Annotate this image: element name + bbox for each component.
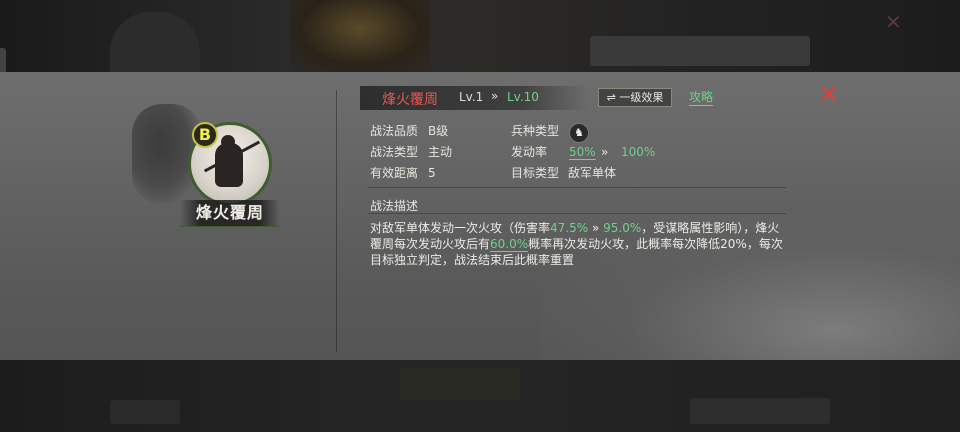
damage-rate-max: 95.0%	[603, 221, 642, 235]
trigger-rate-current: 50%	[569, 145, 596, 160]
damage-rate-current: 47.5%	[550, 221, 589, 235]
level-max: Lv.10	[507, 90, 539, 104]
panel-divider	[336, 90, 337, 352]
type-value: 主动	[428, 145, 453, 159]
quality-value: B级	[428, 124, 449, 138]
range-label: 有效距离	[370, 166, 419, 180]
background-label	[110, 400, 180, 424]
effect-toggle-button[interactable]: ⇌ 一级效果	[598, 88, 672, 107]
target-type-value: 敌军单体	[568, 166, 617, 180]
trigger-rate-label: 发动率	[511, 145, 548, 159]
background-button	[400, 368, 520, 400]
level-arrow-icon: »	[491, 89, 499, 103]
target-type-label: 目标类型	[511, 166, 560, 180]
skill-name-banner: 烽火覆周	[180, 200, 280, 227]
quality-label: 战法品质	[370, 124, 419, 138]
trigger-rate-max: 100%	[621, 145, 656, 159]
grade-badge: B	[192, 122, 218, 148]
skill-description: 对敌军单体发动一次火攻（伤害率47.5% » 95.0%，受谋略属性影响），烽火…	[370, 220, 790, 268]
damage-arrow-icon: »	[588, 221, 604, 235]
description-text-1: 对敌军单体发动一次火攻（伤害率	[370, 221, 551, 235]
background-bottom	[0, 360, 960, 432]
skill-portrait-area: B 烽火覆周	[120, 92, 300, 232]
troop-type-label: 兵种类型	[511, 124, 560, 138]
section-divider	[368, 187, 786, 188]
chance-value: 60.0%	[490, 237, 529, 252]
background-top: ✕	[0, 0, 960, 72]
close-icon[interactable]: ✕	[816, 82, 842, 108]
background-figure	[110, 12, 200, 72]
portrait-skill-name: 烽火覆周	[195, 203, 264, 222]
trigger-rate-arrow-icon: »	[601, 145, 609, 159]
background-close-icon: ✕	[885, 10, 902, 34]
horse-icon: ♞	[569, 123, 589, 143]
background-general	[290, 0, 430, 72]
description-title: 战法描述	[370, 199, 419, 213]
level-current: Lv.1	[459, 90, 484, 104]
background-tabs	[590, 36, 810, 66]
skill-name: 烽火覆周	[382, 92, 438, 108]
type-label: 战法类型	[370, 145, 419, 159]
range-value: 5	[428, 166, 436, 180]
guide-link[interactable]: 攻略	[689, 90, 714, 106]
skill-detail-panel: B 烽火覆周 烽火覆周 Lv.1 » Lv.10 ⇌ 一级效果 攻略 ✕ 战法品…	[0, 72, 960, 360]
description-divider	[368, 213, 786, 214]
background-action-button	[690, 398, 830, 424]
warrior-body	[215, 143, 243, 187]
